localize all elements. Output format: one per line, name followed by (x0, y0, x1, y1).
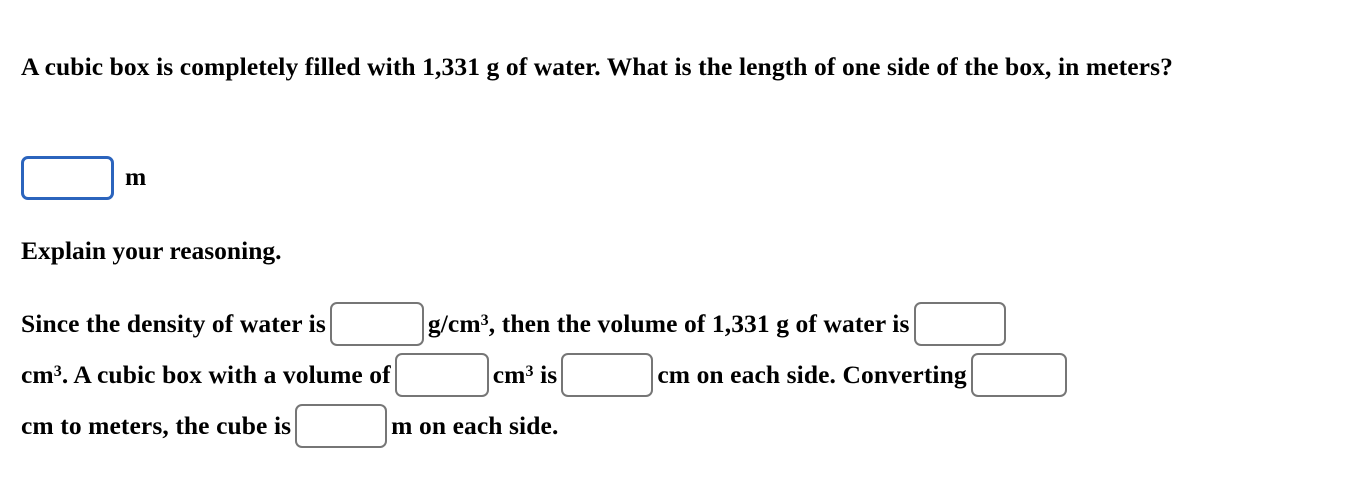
reasoning-text-6-sup: 3 (525, 362, 534, 380)
reasoning-blank-density[interactable] (329, 302, 424, 347)
reasoning-text-4-base: cm (21, 360, 54, 389)
answer-row: m (21, 156, 146, 200)
question-prompt: A cubic box is completely filled with 1,… (21, 52, 1173, 81)
reasoning-text-10: m on each side. (391, 411, 559, 440)
reasoning-text-4-sup: 3 (53, 362, 62, 380)
explain-reasoning-heading: Explain your reasoning. (21, 236, 282, 265)
reasoning-text-2-base: g/cm (427, 309, 481, 338)
reasoning-text-1: Since the density of water is (21, 309, 326, 338)
reasoning-text-5: . A cubic box with a volume of (61, 360, 391, 389)
reasoning-text-7: is (540, 360, 558, 389)
reasoning-text-9: cm to meters, the cube is (21, 411, 292, 440)
reasoning-blank-convert-cm[interactable] (970, 353, 1067, 398)
answer-input[interactable] (21, 156, 114, 200)
reasoning-text-2-sup: 3 (480, 311, 489, 329)
reasoning-blank-volume[interactable] (913, 302, 1006, 347)
reasoning-blank-box-volume[interactable] (394, 353, 489, 398)
reasoning-text-8: cm on each side. Converting (657, 360, 967, 389)
reasoning-paragraph: Since the density of water is g/cm3, then… (21, 300, 1321, 450)
reasoning-blank-side-m[interactable] (295, 404, 388, 449)
question-page: A cubic box is completely filled with 1,… (0, 0, 1366, 502)
reasoning-blank-side-cm[interactable] (561, 353, 654, 398)
reasoning-text-6-base: cm (492, 360, 526, 389)
answer-unit-label: m (125, 162, 147, 192)
reasoning-text-3: , then the volume of 1,331 g of water is (488, 309, 910, 338)
